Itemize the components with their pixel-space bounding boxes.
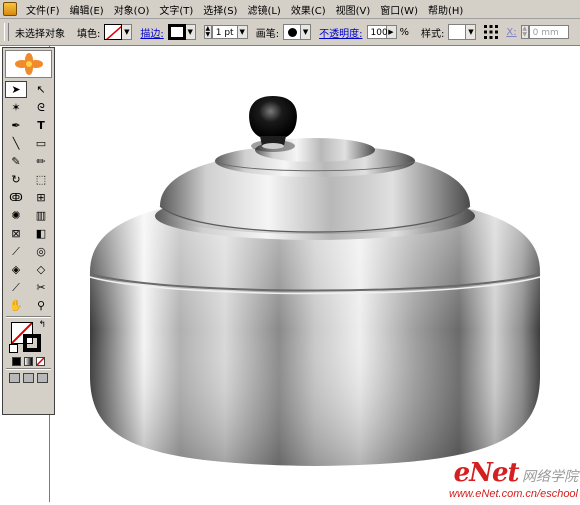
standard-screen-mode-icon[interactable] <box>9 373 20 383</box>
scale-icon[interactable]: ⬚ <box>30 171 52 188</box>
flower-logo-icon <box>14 53 43 75</box>
brush-dot-icon <box>287 27 297 37</box>
warp-icon[interactable]: ↂ <box>5 189 27 206</box>
default-colors-icon[interactable] <box>8 344 18 353</box>
brush-swatch[interactable] <box>283 24 302 40</box>
x-field[interactable]: 0 mm <box>528 25 569 39</box>
stroke-weight-field[interactable]: 1 pt <box>211 25 238 39</box>
stroke-weight-dropdown[interactable]: ▼ <box>237 25 248 39</box>
reference-point-icon[interactable] <box>484 25 499 39</box>
artboard[interactable]: eNet 网络学院 www.eNet.com.cn/eschool <box>50 46 580 502</box>
teapot-artwork <box>89 96 541 466</box>
opacity-arrow[interactable]: ▶ <box>386 25 397 39</box>
style-label: 样式: <box>421 28 445 40</box>
mesh-icon[interactable]: ⊠ <box>5 225 27 242</box>
menu-effect[interactable]: 效果(C) <box>286 2 331 17</box>
toolbox-divider-2 <box>6 368 51 370</box>
fill-label: 填色: <box>77 28 101 40</box>
x-spinner[interactable]: ▲ ▼ <box>520 25 529 39</box>
paintbrush-icon[interactable]: ✎ <box>5 153 27 170</box>
symbol-sprayer-icon[interactable]: ✺ <box>5 207 27 224</box>
menu-filter[interactable]: 滤镜(L) <box>242 2 285 17</box>
pot-knob <box>249 96 297 140</box>
swap-icon[interactable]: ↰ <box>39 320 47 330</box>
fill-swatch[interactable] <box>104 24 123 40</box>
full-screen-mode-icon[interactable] <box>37 373 48 383</box>
graph-icon[interactable]: ▥ <box>30 207 52 224</box>
stroke-box-icon[interactable] <box>22 334 41 352</box>
stroke-link[interactable]: 描边: <box>140 25 163 40</box>
no-selection-label: 未选择对象 <box>15 28 65 40</box>
color-mode-icon[interactable] <box>12 357 21 366</box>
selection-tool-icon[interactable]: ➤ <box>5 81 27 98</box>
fill-dropdown[interactable]: ▼ <box>122 24 133 40</box>
brush-label: 画笔: <box>255 28 280 40</box>
app-icon[interactable] <box>3 2 17 16</box>
scissors-icon[interactable]: ✂ <box>30 279 52 296</box>
fill-stroke-control[interactable]: ↰ <box>7 320 51 354</box>
control-bar: 未选择对象 填色: ▼ 描边: ▼ ▲ ▼ 1 pt ▼ 画笔: ▼ 不透明度: … <box>0 19 580 46</box>
watermark-url: www.eNet.com.cn/eschool <box>449 488 578 500</box>
rotate-icon[interactable]: ↻ <box>5 171 27 188</box>
pencil-icon[interactable]: ✏ <box>30 153 52 170</box>
hand-icon[interactable]: ✋ <box>5 297 27 314</box>
rectangle-icon[interactable]: ▭ <box>30 135 52 152</box>
gradient-mode-icon[interactable] <box>24 357 33 366</box>
menu-select[interactable]: 选择(S) <box>198 2 242 17</box>
stroke-dropdown[interactable]: ▼ <box>185 24 196 40</box>
watermark-brand: eNet <box>453 458 520 488</box>
menu-bar: 文件(F) 编辑(E) 对象(O) 文字(T) 选择(S) 滤镜(L) 效果(C… <box>0 0 580 19</box>
free-transform-icon[interactable]: ⊞ <box>30 189 52 206</box>
watermark-chinese: 网络学院 <box>522 469 578 485</box>
stroke-swatch[interactable] <box>167 24 186 40</box>
menu-file[interactable]: 文件(F) <box>21 2 65 17</box>
x-link[interactable]: X: <box>506 27 516 38</box>
lasso-icon[interactable]: ᘓ <box>30 99 52 116</box>
blend-icon[interactable]: ◎ <box>30 243 52 260</box>
none-mode-icon[interactable] <box>36 357 45 366</box>
full-screen-menu-mode-icon[interactable] <box>23 373 34 383</box>
stroke-weight-spinner[interactable]: ▲ ▼ <box>203 25 212 39</box>
toolbox-logo[interactable] <box>5 50 52 78</box>
line-icon[interactable]: ╲ <box>5 135 27 152</box>
gradient-icon[interactable]: ◧ <box>30 225 52 242</box>
magic-wand-icon[interactable]: ✶ <box>5 99 27 116</box>
direct-selection-tool-icon[interactable]: ↖ <box>30 81 52 98</box>
slice-icon[interactable]: ⟋ <box>5 279 27 296</box>
menu-object[interactable]: 对象(O) <box>109 2 155 17</box>
style-swatch[interactable] <box>448 24 467 40</box>
brush-dropdown[interactable]: ▼ <box>301 24 312 40</box>
menu-type[interactable]: 文字(T) <box>154 2 198 17</box>
opacity-field[interactable]: 100 <box>366 25 388 39</box>
style-dropdown[interactable]: ▼ <box>466 24 477 40</box>
live-paint-select-icon[interactable]: ◇ <box>30 261 52 278</box>
zoom-icon[interactable]: ⚲ <box>30 297 52 314</box>
eyedropper-icon[interactable]: ⟋ <box>5 243 27 260</box>
type-icon[interactable]: T <box>30 117 52 134</box>
menu-window[interactable]: 窗口(W) <box>375 2 423 17</box>
opacity-link[interactable]: 不透明度: <box>319 25 362 40</box>
pen-icon[interactable]: ✒ <box>5 117 27 134</box>
watermark: eNet 网络学院 www.eNet.com.cn/eschool <box>449 458 578 500</box>
percent-label: % <box>399 26 410 38</box>
tools-panel: ➤ ↖ ✶ ᘓ ✒ T ╲ ▭ ✎ ✏ ↻ ⬚ ↂ ⊞ ✺ ▥ ⊠ ◧ ⟋ ◎ … <box>2 47 55 415</box>
live-paint-icon[interactable]: ◈ <box>5 261 27 278</box>
control-bar-grip[interactable] <box>4 23 9 41</box>
menu-view[interactable]: 视图(V) <box>331 2 376 17</box>
menu-edit[interactable]: 编辑(E) <box>65 2 109 17</box>
menu-help[interactable]: 帮助(H) <box>423 2 468 17</box>
toolbox-divider <box>6 316 51 318</box>
